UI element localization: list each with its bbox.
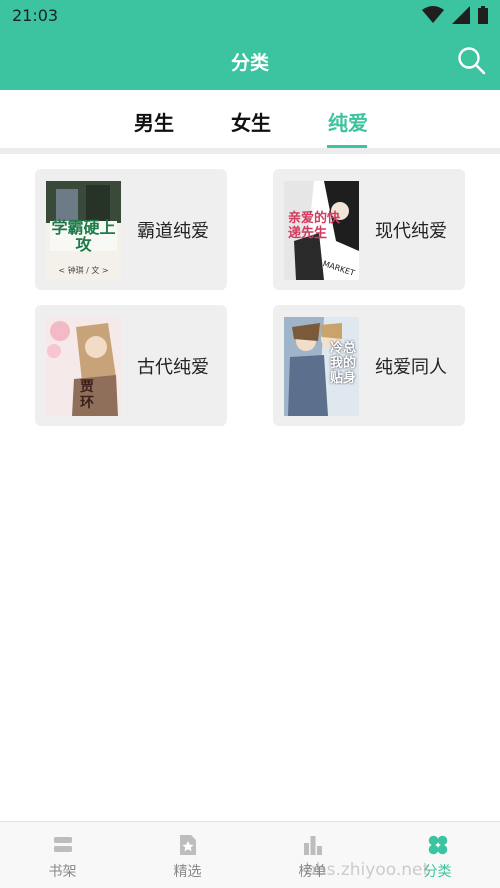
cover-title: 贾环 xyxy=(80,379,94,411)
page-title: 分类 xyxy=(230,52,269,74)
tab-female[interactable]: 女生 xyxy=(231,107,271,136)
cover-subtitle: < 钟琪 / 文 > xyxy=(58,266,109,275)
nav-featured[interactable]: 精选 xyxy=(125,822,250,888)
book-cover: 贾环 xyxy=(46,317,121,416)
watermark: bbs.zhiyoo.net xyxy=(305,860,430,880)
battery-icon xyxy=(478,6,488,24)
tab-bl[interactable]: 纯爱 xyxy=(328,107,368,136)
category-tabs: 男生 女生 纯爱 xyxy=(0,90,500,148)
category-label: 现代纯爱 xyxy=(375,221,447,242)
bookshelf-icon xyxy=(53,837,72,852)
book-cover: 学霸硬上攻 < 钟琪 / 文 > xyxy=(46,181,121,280)
status-time: 21:03 xyxy=(12,6,59,25)
status-icons xyxy=(422,6,488,24)
category-card-ancient[interactable]: 贾环 古代纯爱 xyxy=(35,305,227,426)
divider xyxy=(0,148,500,154)
category-clover-icon xyxy=(428,835,447,855)
nav-bookshelf[interactable]: 书架 xyxy=(0,822,125,888)
book-cover: 亲爱的快递先生 MARKET xyxy=(284,181,359,280)
search-icon[interactable] xyxy=(456,45,486,75)
app-bar: 分类 xyxy=(0,32,500,90)
featured-star-icon xyxy=(179,835,196,855)
category-card-modern[interactable]: 亲爱的快递先生 MARKET 现代纯爱 xyxy=(273,169,465,290)
cover-title: 学霸硬上攻 xyxy=(51,218,116,254)
category-card-domineering[interactable]: 学霸硬上攻 < 钟琪 / 文 > 霸道纯爱 xyxy=(35,169,227,290)
wifi-icon xyxy=(422,6,444,23)
nav-label: 精选 xyxy=(173,864,202,880)
cover-title: 冷总我的贴身 xyxy=(330,341,357,386)
category-card-fanfic[interactable]: 冷总我的贴身 纯爱同人 xyxy=(273,305,465,426)
category-label: 纯爱同人 xyxy=(375,357,447,378)
category-label: 古代纯爱 xyxy=(137,357,209,378)
tab-male[interactable]: 男生 xyxy=(134,107,174,136)
signal-icon xyxy=(452,6,470,24)
status-bar: 21:03 xyxy=(0,0,500,32)
book-cover: 冷总我的贴身 xyxy=(284,317,359,416)
category-label: 霸道纯爱 xyxy=(137,221,209,242)
nav-label: 书架 xyxy=(48,864,77,880)
cover-title: 亲爱的快递先生 xyxy=(288,211,341,241)
ranking-bars-icon xyxy=(303,836,322,855)
